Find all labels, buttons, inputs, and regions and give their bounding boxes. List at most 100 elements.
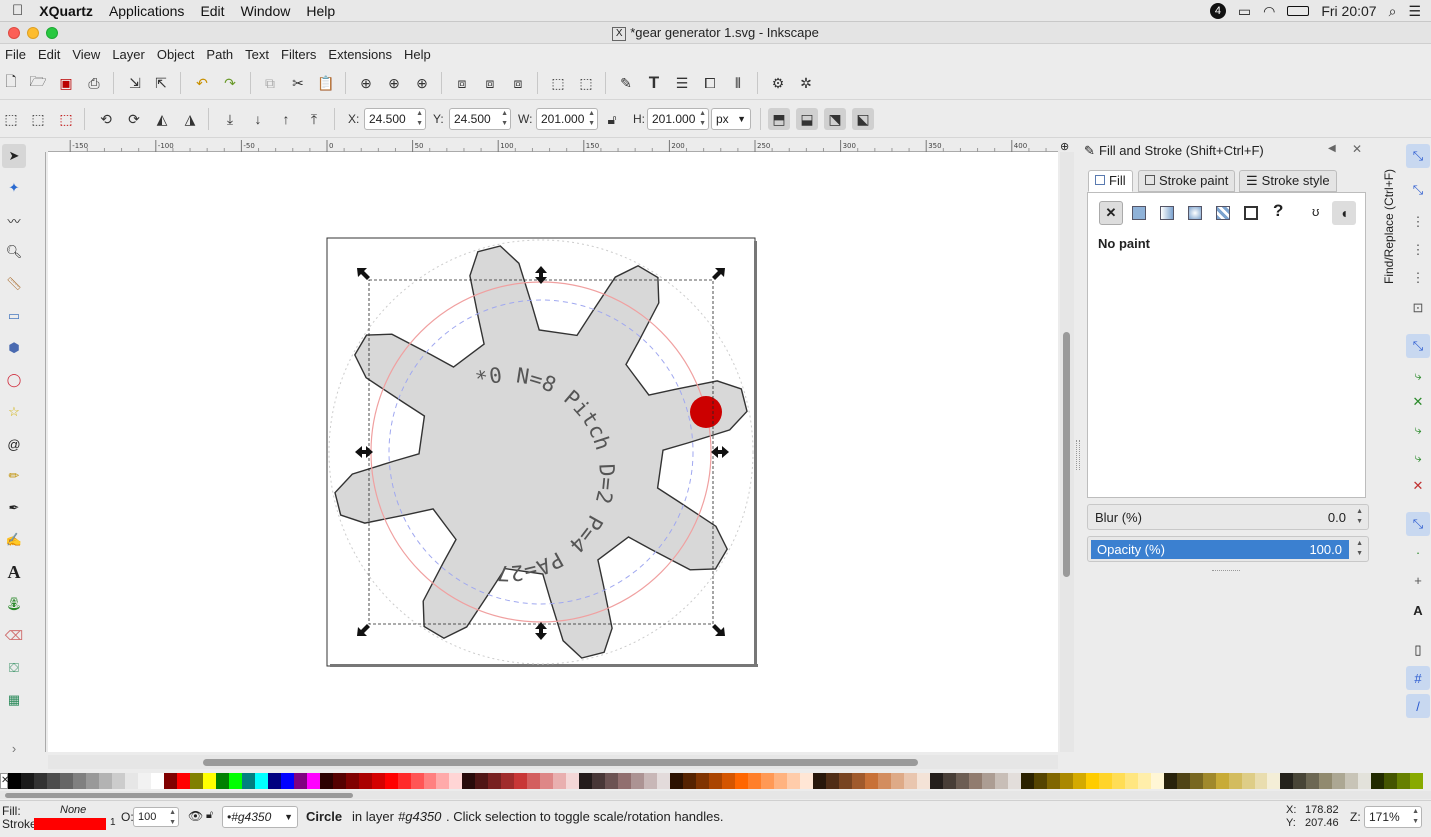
color-swatch[interactable] [1215, 773, 1229, 789]
deselect-icon[interactable]: ⬚ [55, 108, 77, 130]
stroke-width-value[interactable]: 1 [110, 817, 116, 828]
zoom-corner-icon[interactable]: ⊕ [1060, 140, 1069, 153]
color-swatch[interactable] [1254, 773, 1268, 789]
color-swatch[interactable] [657, 773, 671, 789]
color-swatch[interactable] [748, 773, 762, 789]
close-panel-icon[interactable]: ✕ [1352, 142, 1362, 156]
color-swatch[interactable] [1267, 773, 1281, 789]
color-swatch[interactable] [488, 773, 502, 789]
linear-gradient-icon[interactable] [1160, 206, 1174, 220]
color-swatch[interactable] [826, 773, 839, 789]
unit-select[interactable]: px ▼ [711, 108, 751, 130]
tab-fill[interactable]: Fill [1088, 170, 1133, 192]
color-swatch[interactable] [1111, 773, 1125, 789]
paint-bucket-tool-icon[interactable]: ⛋ [2, 656, 26, 680]
wifi-icon[interactable]: ◠ [1263, 3, 1275, 20]
color-swatch[interactable] [1371, 773, 1385, 789]
color-swatch[interactable] [59, 773, 73, 789]
color-swatch[interactable] [202, 773, 216, 789]
spray-tool-icon[interactable]: ⛲︎ [2, 592, 26, 616]
color-swatch[interactable] [85, 773, 99, 789]
fill-rule-evenodd-icon[interactable]: ʊ [1312, 204, 1319, 219]
panel-resize-handle[interactable] [1076, 440, 1080, 470]
color-swatch[interactable] [254, 773, 268, 789]
spin-arrows-icon[interactable]: ▲ ▼ [501, 109, 508, 129]
pencil-tool-icon[interactable]: ✏ [2, 464, 26, 488]
document-properties-icon[interactable]: ⚙ [767, 72, 789, 94]
layer-visibility-icon[interactable]: 👁︎ [188, 809, 203, 823]
rectangle-tool-icon[interactable]: ▭ [2, 304, 26, 328]
color-swatch[interactable] [72, 773, 86, 789]
color-swatch[interactable] [631, 773, 645, 789]
snap-intersections-icon[interactable]: ✕ [1406, 390, 1430, 414]
scale-stroke-icon[interactable]: ⬒ [768, 108, 790, 130]
text-font-icon[interactable]: T [643, 72, 665, 94]
color-swatch[interactable] [1124, 773, 1138, 789]
select-all-layers-icon[interactable]: ⬚ [27, 108, 49, 130]
color-swatch[interactable] [696, 773, 710, 789]
snap-guides-icon[interactable]: / [1406, 694, 1430, 718]
transform-patterns-icon[interactable]: ⬕ [852, 108, 874, 130]
color-swatch[interactable] [137, 773, 151, 789]
color-palette[interactable] [8, 773, 1424, 789]
color-swatch[interactable] [8, 773, 21, 789]
snap-grids-icon[interactable]: # [1406, 666, 1430, 690]
zoom-drawing-icon[interactable]: ⊕ [383, 72, 405, 94]
color-swatch[interactable] [968, 773, 982, 789]
layer-select[interactable]: •#g4350 ▼ [222, 806, 298, 828]
color-swatch[interactable] [150, 773, 164, 789]
color-swatch[interactable] [228, 773, 242, 789]
redo-icon[interactable]: ↷ [219, 72, 241, 94]
color-swatch[interactable] [1358, 773, 1372, 789]
color-swatch[interactable] [566, 773, 580, 789]
color-swatch[interactable] [1241, 773, 1255, 789]
color-swatch[interactable] [839, 773, 852, 789]
lock-ratio-icon[interactable]: 🔓︎ [601, 108, 623, 130]
color-swatch[interactable] [332, 773, 346, 789]
color-swatch[interactable] [916, 773, 930, 789]
w-input[interactable]: 201.000 ▲ ▼ [536, 108, 598, 130]
radial-gradient-icon[interactable] [1188, 206, 1202, 220]
color-swatch[interactable] [761, 773, 775, 789]
color-swatch[interactable] [553, 773, 567, 789]
color-swatch[interactable] [1020, 773, 1034, 789]
color-swatch[interactable] [1228, 773, 1242, 789]
star-tool-icon[interactable]: ☆ [2, 400, 26, 424]
color-swatch[interactable] [384, 773, 398, 789]
clock[interactable]: Fri 20:07 [1321, 3, 1376, 19]
snap-text-baseline-icon[interactable]: A [1406, 598, 1430, 622]
color-swatch[interactable] [981, 773, 995, 789]
color-swatch[interactable] [501, 773, 515, 789]
mesh-gradient-icon[interactable] [1216, 206, 1230, 220]
color-swatch[interactable] [514, 773, 528, 789]
color-swatch[interactable] [644, 773, 658, 789]
import-icon[interactable]: ⇲ [124, 72, 146, 94]
snap-smooth-icon[interactable]: ⤷ [1406, 446, 1430, 470]
color-swatch[interactable] [903, 773, 917, 789]
spiral-tool-icon[interactable]: @ [2, 432, 26, 456]
zoom-input[interactable]: 171% ▲ ▼ [1364, 806, 1422, 828]
group-icon[interactable]: ⬚ [547, 72, 569, 94]
color-swatch[interactable] [851, 773, 865, 789]
spin-arrows-icon[interactable]: ▲ ▼ [588, 109, 595, 129]
open-document-icon[interactable]: 🗁 [27, 72, 49, 94]
menu-path[interactable]: Path [201, 44, 240, 66]
tab-stroke-style[interactable]: ☰ Stroke style [1239, 170, 1337, 192]
fill-value[interactable]: None [60, 804, 86, 816]
color-swatch[interactable] [319, 773, 333, 789]
color-swatch[interactable] [293, 773, 307, 789]
color-swatch[interactable] [267, 773, 281, 789]
color-swatch[interactable] [436, 773, 450, 789]
menu-filters[interactable]: Filters [276, 44, 323, 66]
paste-icon[interactable]: 📋 [315, 72, 337, 94]
snap-rotation-center-icon[interactable]: + [1406, 568, 1430, 592]
snap-enable-icon[interactable]: ⤡ [1406, 144, 1430, 168]
opacity-field[interactable]: Opacity (%) 100.0 ▲ ▼ [1087, 536, 1369, 562]
color-swatch[interactable] [1384, 773, 1398, 789]
color-swatch[interactable] [371, 773, 385, 789]
selector-tool-icon[interactable]: ➤ [2, 144, 26, 168]
color-swatch[interactable] [241, 773, 255, 789]
tab-stroke-paint[interactable]: Stroke paint [1138, 170, 1236, 192]
color-swatch[interactable] [942, 773, 956, 789]
spin-arrows-icon[interactable]: ▲ ▼ [699, 109, 706, 129]
